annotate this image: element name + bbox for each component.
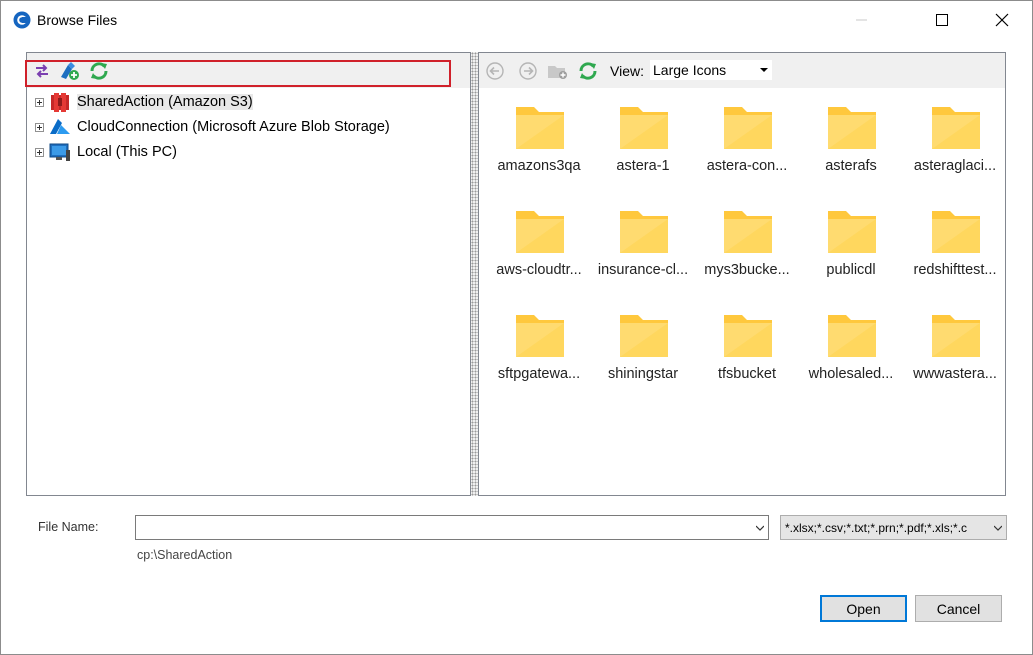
expand-icon[interactable] [35,147,44,157]
folder-item[interactable]: publicdl [799,205,903,305]
view-label: View: [610,63,644,79]
minimize-button[interactable] [839,1,885,39]
folder-icon [724,211,772,253]
minimize-icon [856,19,867,21]
maximize-icon [936,14,948,26]
folder-icon [620,315,668,357]
maximize-button[interactable] [919,1,965,39]
file-name-label: File Name: [38,520,99,534]
tree-node-shared-action[interactable]: SharedAction (Amazon S3) [35,91,253,113]
tree-node-label: CloudConnection (Microsoft Azure Blob St… [77,119,390,135]
folder-icon [828,315,876,357]
folder-label: asteraglaci... [913,158,997,174]
forward-icon [519,62,537,80]
folder-label: shiningstar [607,366,679,382]
forward-button[interactable] [517,60,539,82]
folder-label: wwwastera... [913,366,997,382]
folder-label: redshifttest... [913,262,997,278]
expand-icon[interactable] [35,122,44,132]
expand-icon[interactable] [35,97,44,107]
connection-tree-pane: SharedAction (Amazon S3) CloudConnection… [26,52,471,496]
folder-item[interactable]: tfsbucket [695,309,799,409]
folder-label: astera-con... [706,158,788,174]
folder-item[interactable]: shiningstar [591,309,695,409]
folder-item[interactable]: mys3bucke... [695,205,799,305]
refresh-icon [579,62,597,80]
close-button[interactable] [979,1,1025,39]
azure-icon [49,117,71,137]
folder-label: wholesaled... [808,366,894,382]
folder-label: publicdl [826,262,876,278]
file-browser-pane: View: Large Icons amazons3qa astera-1 aste… [478,52,1006,496]
folder-icon [828,107,876,149]
app-logo-icon [13,11,31,29]
chevron-down-icon[interactable] [756,524,764,532]
folder-label: mys3bucke... [704,262,790,278]
computer-icon [49,142,71,162]
folder-item[interactable]: asteraglaci... [903,101,1007,201]
folder-item[interactable]: wwwastera... [903,309,1007,409]
tree-node-label: SharedAction (Amazon S3) [77,94,253,110]
folder-item[interactable]: aws-cloudtr... [487,205,591,305]
folder-label: aws-cloudtr... [496,262,582,278]
cancel-button[interactable]: Cancel [915,595,1002,622]
file-type-value: *.xlsx;*.csv;*.txt;*.prn;*.pdf;*.xls;*.c [785,520,968,535]
highlight-box [25,60,451,87]
folder-icon [516,315,564,357]
folder-item[interactable]: astera-1 [591,101,695,201]
folder-label: amazons3qa [497,158,581,174]
new-folder-icon [548,66,567,79]
amazon-s3-icon [49,92,71,112]
folder-icon [932,315,980,357]
folder-icon [620,107,668,149]
folder-icon [516,211,564,253]
folder-label: asterafs [825,158,877,174]
current-path: cp:\SharedAction [137,548,233,562]
chevron-down-icon [994,524,1002,532]
view-mode-select[interactable]: Large Icons [649,59,773,81]
back-button[interactable] [484,60,506,82]
folder-item[interactable]: astera-con... [695,101,799,201]
tree-node-cloud-connection[interactable]: CloudConnection (Microsoft Azure Blob St… [35,116,390,138]
folder-icon [932,211,980,253]
folder-icon [828,211,876,253]
window-title: Browse Files [37,12,118,28]
dropdown-arrow-icon [760,68,768,72]
folder-item[interactable]: wholesaled... [799,309,903,409]
folder-item[interactable]: redshifttest... [903,205,1007,305]
folder-label: insurance-cl... [597,262,689,278]
pane-splitter[interactable] [471,52,478,496]
new-folder-button[interactable] [547,60,569,82]
tree-node-label: Local (This PC) [77,144,177,160]
folder-label: astera-1 [616,158,670,174]
folder-icon [724,315,772,357]
folder-item[interactable]: insurance-cl... [591,205,695,305]
folder-item[interactable]: amazons3qa [487,101,591,201]
folder-item[interactable]: asterafs [799,101,903,201]
open-button[interactable]: Open [820,595,907,622]
folder-icon [932,107,980,149]
folder-icon [724,107,772,149]
title-bar: Browse Files [1,1,1032,39]
browser-refresh-button[interactable] [577,60,599,82]
file-name-input[interactable] [135,515,769,540]
file-type-filter[interactable]: *.xlsx;*.csv;*.txt;*.prn;*.pdf;*.xls;*.c [780,515,1007,540]
back-icon [486,62,504,80]
browser-toolbar: View: Large Icons [479,53,1005,88]
folder-item[interactable]: sftpgatewa... [487,309,591,409]
view-mode-value: Large Icons [653,62,727,78]
folder-icon [516,107,564,149]
tree-node-local-pc[interactable]: Local (This PC) [35,141,177,163]
folder-label: tfsbucket [717,366,777,382]
folder-label: sftpgatewa... [497,366,581,382]
close-icon [995,13,1009,27]
folder-icon [620,211,668,253]
